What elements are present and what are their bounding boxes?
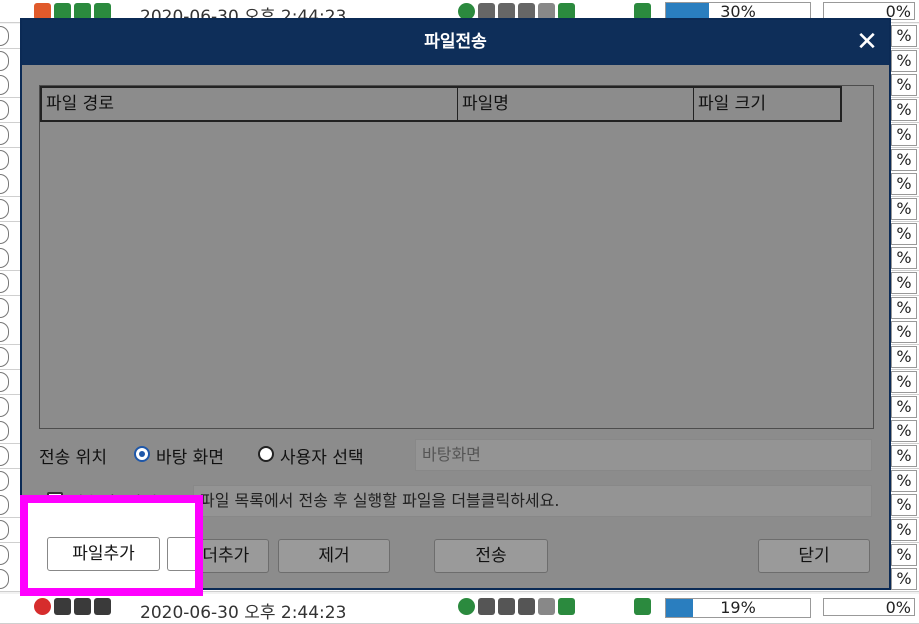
- row-edge-marker: [0, 569, 9, 590]
- dialog-titlebar[interactable]: 파일전송 ✕: [22, 20, 889, 65]
- bg-percent-cell: %: [891, 519, 917, 541]
- bg-percent-cell: %: [891, 74, 917, 97]
- destination-path-field[interactable]: 바탕화면: [415, 439, 872, 471]
- table-header: 파일 경로 파일명 파일 크기: [40, 86, 842, 122]
- column-header-file-name[interactable]: 파일명: [458, 88, 694, 120]
- row-edge-marker: [0, 495, 9, 516]
- destination-label: 전송 위치: [39, 448, 107, 468]
- radio-user-select-label[interactable]: 사용자 선택: [280, 443, 364, 468]
- bg-progress: 19%: [665, 598, 811, 618]
- bg-percent-cell: %: [891, 148, 917, 171]
- column-header-file-path[interactable]: 파일 경로: [42, 88, 458, 120]
- calendar-icon: [634, 598, 651, 615]
- radio-user-select[interactable]: [258, 446, 274, 462]
- bg-percent-cell: %: [891, 197, 917, 220]
- row-edge-marker: [0, 50, 9, 71]
- bg-percent-cell: %: [891, 247, 917, 270]
- bg-percent-cell: %: [891, 543, 917, 566]
- row-edge-marker: [0, 26, 9, 46]
- row-edge-marker: [0, 273, 9, 293]
- row-edge-marker: [0, 124, 9, 145]
- pin-icon: [74, 598, 91, 615]
- bg-progress-label: 19%: [720, 598, 756, 617]
- row-edge-marker: [0, 445, 9, 466]
- add-file-button[interactable]: 파일추가: [47, 537, 160, 571]
- pin-icon: [94, 598, 111, 615]
- row-edge-marker: [0, 198, 9, 219]
- bg-percent-cell: %: [891, 568, 917, 591]
- bg-percent-cell: %: [891, 494, 917, 517]
- row-edge-marker: [0, 470, 9, 491]
- pie-icon: [458, 598, 475, 615]
- run-after-hint: 파일 목록에서 전송 후 실행할 파일을 더블클릭하세요.: [193, 485, 872, 517]
- bg-percent-cell: %: [891, 469, 917, 492]
- row-edge-marker: [0, 75, 9, 96]
- close-icon[interactable]: ✕: [853, 28, 881, 56]
- tools-icon: [498, 598, 515, 615]
- bg-percent-cell: %: [891, 395, 917, 418]
- row-edge-marker: [0, 396, 9, 417]
- bg-percent-cell: %: [891, 296, 917, 319]
- bg-datetime: 2020-06-30 오후 2:44:23: [140, 603, 347, 623]
- status-icons: [34, 598, 111, 615]
- row-edge-marker: [0, 421, 9, 442]
- tool-icons: [458, 598, 575, 615]
- send-button[interactable]: 전송: [434, 539, 548, 573]
- bg-percent-cell: %: [891, 272, 917, 294]
- bg-percent-cell: %: [891, 444, 917, 467]
- row-edge-marker: [0, 322, 9, 343]
- bg-percent-cell: %: [891, 49, 917, 72]
- dialog-title: 파일전송: [424, 32, 487, 52]
- bg-small-value: 0%: [823, 598, 915, 617]
- column-header-file-size[interactable]: 파일 크기: [694, 88, 840, 120]
- radio-desktop[interactable]: [134, 446, 150, 462]
- radio-desktop-label[interactable]: 바탕 화면: [156, 443, 224, 468]
- monitor-icon: [558, 598, 575, 615]
- row-edge-marker: [0, 174, 9, 195]
- bg-percent-cell: %: [891, 346, 917, 369]
- close-button[interactable]: 닫기: [758, 539, 870, 573]
- row-edge-marker: [0, 520, 9, 540]
- bg-percent-cell: %: [891, 321, 917, 344]
- bg-percent-cell: %: [891, 123, 917, 146]
- pin-icon: [54, 598, 71, 615]
- row-edge-marker: [0, 371, 9, 392]
- bg-percent-cell: %: [891, 420, 917, 443]
- file-list-table[interactable]: 파일 경로 파일명 파일 크기: [39, 85, 874, 429]
- row-edge-marker: [0, 297, 9, 318]
- bg-percent-cell: %: [891, 370, 917, 393]
- row-edge-marker: [0, 100, 9, 121]
- bg-percent-cell: %: [891, 25, 917, 47]
- add-folder-button-edge: [167, 537, 195, 571]
- remove-button[interactable]: 제거: [278, 539, 390, 573]
- gear-icon: [478, 598, 495, 615]
- row-edge-marker: [0, 149, 9, 170]
- row-edge-marker: [0, 248, 9, 269]
- bg-percent-cell: %: [891, 222, 917, 245]
- disk-icon: [518, 598, 535, 615]
- alert-icon: [34, 598, 51, 615]
- bg-list-row-bottom: 2020-06-30 오후 2:44:23 19% 0%: [0, 594, 919, 624]
- row-edge-marker: [0, 347, 9, 368]
- row-edge-marker: [0, 544, 9, 565]
- code-icon: [538, 598, 555, 615]
- row-edge-marker: [0, 223, 9, 244]
- bg-percent-cell: %: [891, 173, 917, 196]
- bg-percent-cell: %: [891, 99, 917, 122]
